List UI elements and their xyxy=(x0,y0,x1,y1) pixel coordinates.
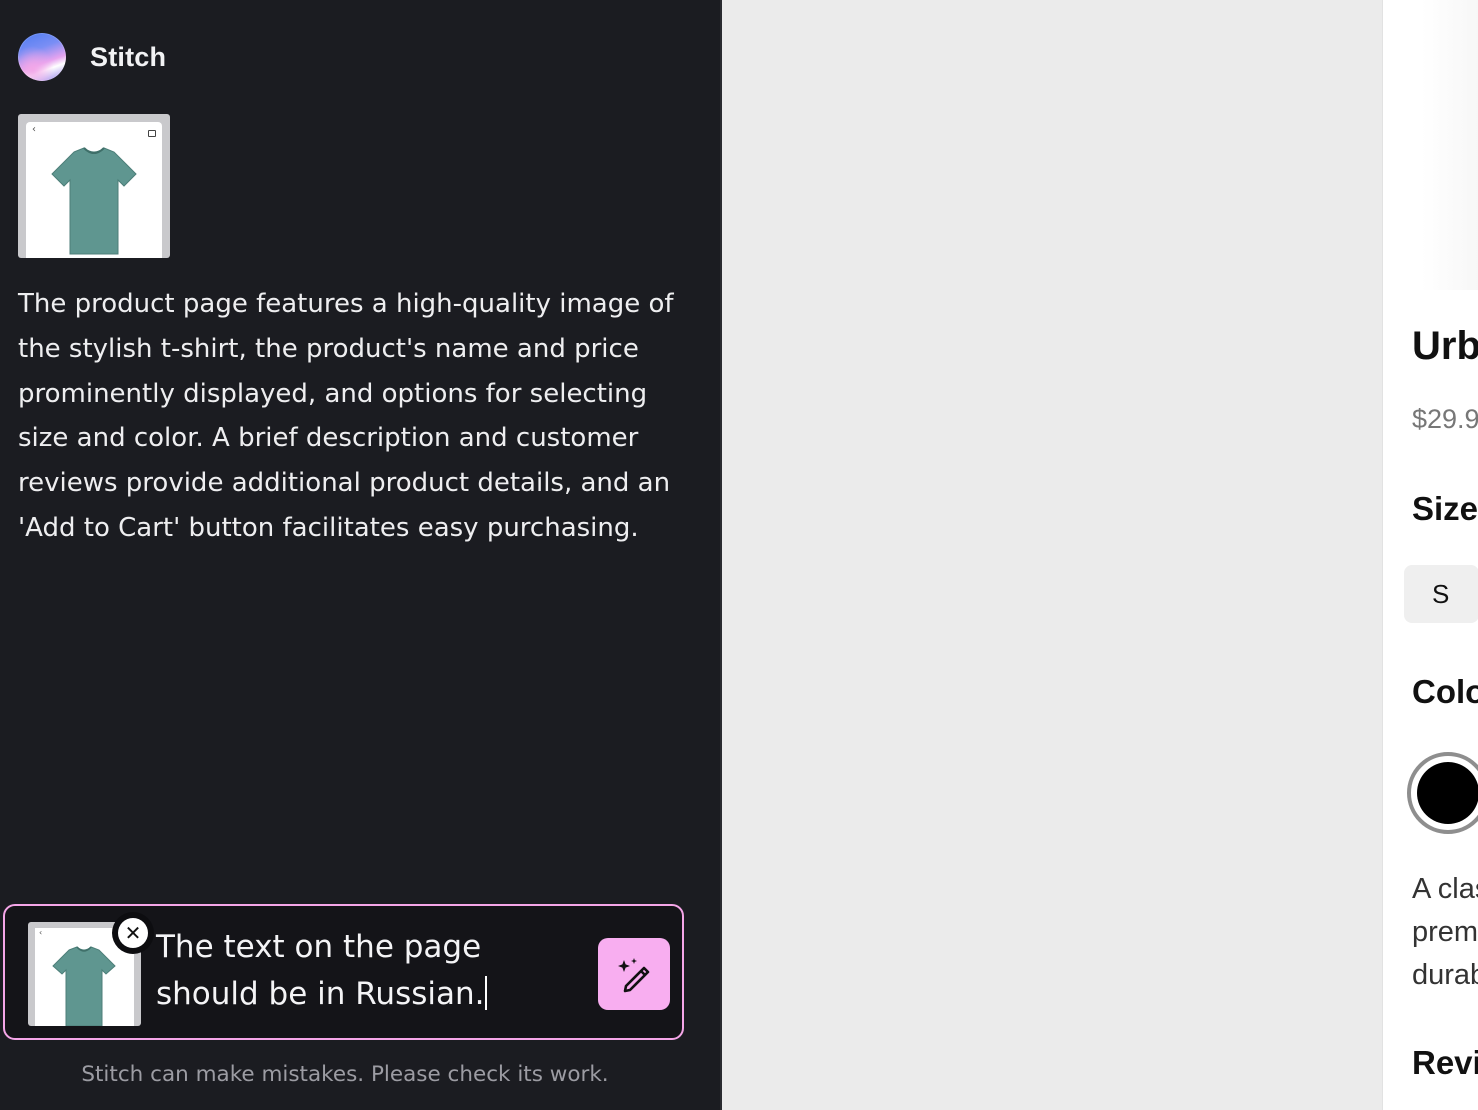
description-line: prem xyxy=(1412,916,1478,948)
size-option-label: S xyxy=(1432,578,1450,609)
app-title: Stitch xyxy=(90,41,167,72)
product-price: $29.9 xyxy=(1412,404,1478,434)
swatch-fill xyxy=(1417,762,1478,824)
text-caret xyxy=(485,976,488,1010)
product-description: A clas prem durab xyxy=(1412,868,1478,997)
magic-pen-icon xyxy=(618,958,650,993)
disclaimer-text: Stitch can make mistakes. Please check i… xyxy=(81,1062,609,1087)
product-page-preview[interactable]: Urb $29.9 Size S Colo A clas prem durab … xyxy=(1382,0,1478,1110)
description-line: durab xyxy=(1412,959,1478,991)
chat-panel: Stitch ‹ The product page features a hig… xyxy=(0,0,720,1110)
assistant-response: The product page features a high-quality… xyxy=(18,289,674,543)
close-icon: ✕ xyxy=(118,918,148,948)
design-thumbnail[interactable]: ‹ xyxy=(18,114,170,258)
description-line: A clas xyxy=(1412,873,1478,905)
prompt-input-value: The text on the page should be in Russia… xyxy=(156,929,485,1012)
app-window: Stitch ‹ The product page features a hig… xyxy=(0,0,1478,1110)
prompt-input[interactable]: The text on the page should be in Russia… xyxy=(156,924,586,1018)
color-heading: Colo xyxy=(1412,673,1478,710)
size-option-s[interactable]: S xyxy=(1404,565,1478,623)
remove-attachment-button[interactable]: ✕ xyxy=(112,912,154,954)
prompt-composer: ‹ ✕ The text on the page should be in Ru… xyxy=(3,904,684,1040)
color-swatch-black[interactable] xyxy=(1407,752,1478,834)
stitch-logo-avatar xyxy=(18,33,66,81)
reviews-heading: Revie xyxy=(1412,1044,1478,1081)
design-canvas[interactable] xyxy=(722,0,1382,1110)
tshirt-icon xyxy=(51,147,137,255)
product-title: Urb xyxy=(1412,324,1478,368)
generate-button[interactable] xyxy=(598,938,670,1010)
chat-header: Stitch xyxy=(18,33,166,81)
thumbnail-canvas: ‹ xyxy=(26,122,162,258)
size-heading: Size xyxy=(1412,490,1478,527)
product-hero-image xyxy=(1383,0,1478,290)
